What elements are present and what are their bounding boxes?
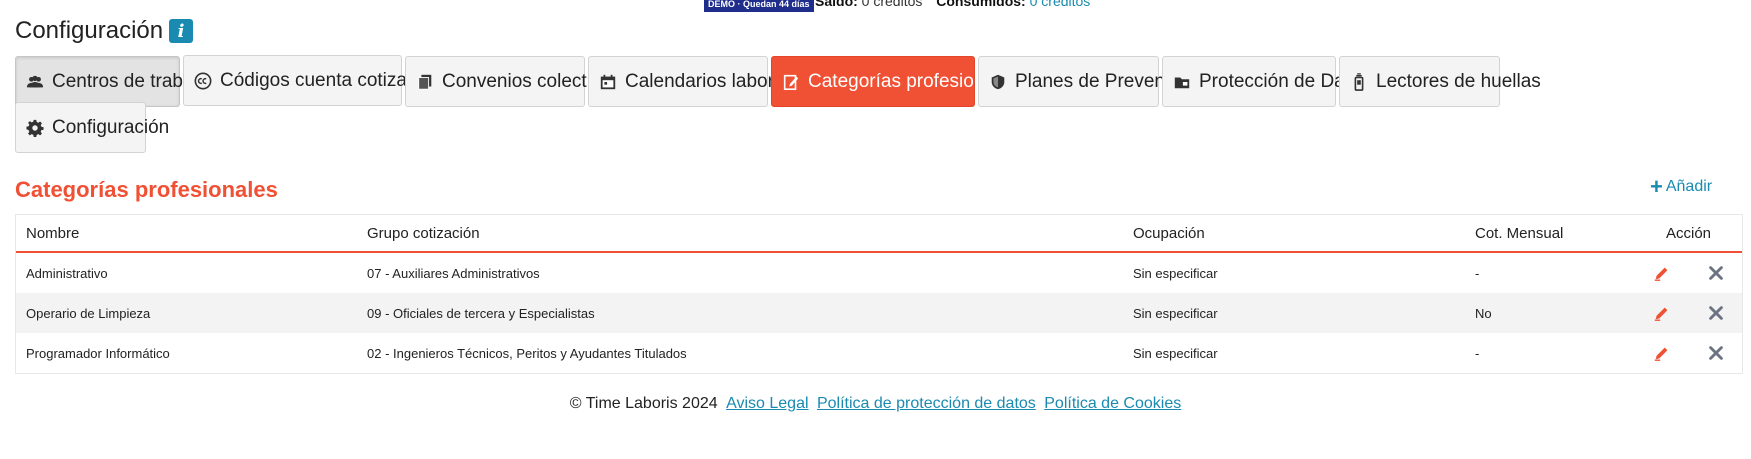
link-aviso-legal[interactable]: Aviso Legal [726, 395, 808, 412]
delete-x-icon[interactable] [1707, 344, 1725, 362]
table-row: Administrativo 07 - Auxiliares Administr… [16, 253, 1742, 293]
cell-grupo-cotizacion: 02 - Ingenieros Técnicos, Peritos y Ayud… [367, 345, 687, 361]
info-icon[interactable]: i [169, 19, 194, 43]
cell-nombre: Administrativo [26, 265, 108, 281]
table-row: Operario de Limpieza 09 - Oficiales de t… [16, 293, 1742, 333]
cell-ocupacion: Sin especificar [1133, 305, 1218, 321]
tab-label: Lectores de huellas [1376, 70, 1541, 92]
folder-icon [1174, 77, 1190, 88]
cell-accion [1635, 264, 1742, 282]
tab-convenios-colectivos[interactable]: Convenios colectivos [405, 56, 620, 107]
shield-icon [991, 74, 1005, 89]
demo-badge: DEMO · Quedan 44 días [704, 0, 814, 12]
footer-copyright: © Time Laboris 2024 [569, 395, 718, 412]
header-cot-mensual: Cot. Mensual [1475, 224, 1564, 242]
edit-pencil-icon[interactable] [1653, 304, 1671, 322]
table-header-row: Nombre Grupo cotización Ocupación Cot. M… [16, 215, 1742, 253]
link-politica-cookies[interactable]: Política de Cookies [1044, 395, 1181, 412]
cell-accion [1635, 344, 1742, 362]
tab-calendarios-laborales[interactable]: Calendarios laborales [588, 56, 809, 107]
cell-grupo-cotizacion: 07 - Auxiliares Administrativos [367, 265, 540, 281]
cell-accion [1635, 304, 1742, 322]
tab-lectores-de-huellas[interactable]: Lectores de huellas [1339, 56, 1541, 107]
section-title: Categorías profesionales [15, 177, 278, 202]
header-ocupacion: Ocupación [1133, 224, 1205, 242]
tab-configuracion[interactable]: Configuración [15, 102, 169, 153]
categories-table: Nombre Grupo cotización Ocupación Cot. M… [15, 214, 1743, 374]
tab-codigos-cuenta-cotizacion[interactable]: Códigos cuenta cotización [183, 55, 442, 106]
copy-icon [418, 74, 432, 90]
page-title: Configuración i [15, 17, 194, 45]
cell-ocupacion: Sin especificar [1133, 345, 1218, 361]
cell-nombre: Programador Informático [26, 345, 170, 361]
delete-x-icon[interactable] [1707, 264, 1725, 282]
table-row: Programador Informático 02 - Ingenieros … [16, 333, 1742, 373]
link-politica-proteccion-datos[interactable]: Política de protección de datos [817, 395, 1036, 412]
delete-x-icon[interactable] [1707, 304, 1725, 322]
tab-categorias-profesionales[interactable]: Categorías profesionales [771, 56, 1019, 107]
edit-pencil-icon[interactable] [1653, 264, 1671, 282]
edit-pencil-icon[interactable] [1653, 344, 1671, 362]
cell-cot-mensual: No [1475, 305, 1492, 321]
gear-icon [26, 119, 44, 137]
cell-ocupacion: Sin especificar [1133, 265, 1218, 281]
add-button-label: Añadir [1665, 178, 1713, 195]
consumidos-label: Consumidos: [936, 0, 1026, 9]
cell-nombre: Operario de Limpieza [26, 305, 151, 321]
tab-planes-de-prevencion[interactable]: Planes de Prevención [978, 56, 1200, 107]
saldo-value: 0 créditos [861, 0, 923, 9]
edit-doc-icon [783, 74, 799, 90]
saldo-label: Saldo: [815, 0, 858, 9]
cc-icon [194, 72, 212, 89]
page-title-text: Configuración [15, 17, 164, 44]
credits-summary: Saldo: 0 créditos Consumidos: 0 créditos [815, 0, 1100, 9]
calendar-icon [600, 74, 616, 89]
tab-centros-de-trabajo[interactable]: Centros de trabajo [15, 56, 208, 107]
cell-grupo-cotizacion: 09 - Oficiales de tercera y Especialista… [367, 305, 595, 321]
top-credit-bar: DEMO · Quedan 44 días Saldo: 0 créditos … [0, 0, 1751, 12]
header-nombre: Nombre [26, 224, 80, 242]
footer: © Time Laboris 2024 Aviso Legal Política… [0, 395, 1751, 413]
add-button[interactable]: + Añadir [1650, 174, 1713, 199]
plus-icon: + [1650, 174, 1663, 199]
cell-cot-mensual: - [1475, 345, 1480, 361]
reader-icon [1354, 72, 1364, 91]
cell-cot-mensual: - [1475, 265, 1480, 281]
tab-proteccion-de-datos[interactable]: Protección de Datos [1162, 56, 1370, 107]
consumidos-value[interactable]: 0 créditos [1030, 0, 1091, 9]
header-grupo-cotizacion: Grupo cotización [367, 224, 480, 242]
users-icon [26, 75, 44, 87]
tab-label: Configuración [52, 116, 170, 138]
header-accion: Acción [1665, 224, 1712, 242]
